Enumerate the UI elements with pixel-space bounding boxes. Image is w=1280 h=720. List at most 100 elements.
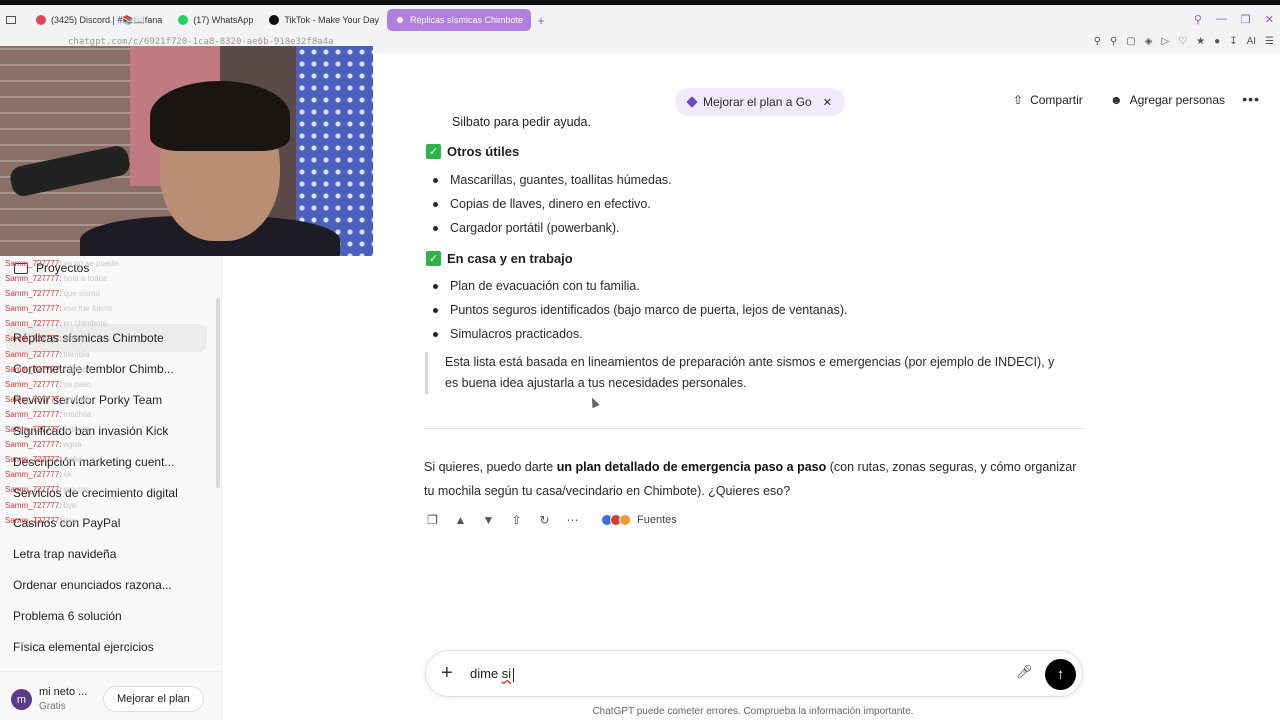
stream-chat-user: Samm_727777: bbox=[5, 485, 62, 495]
list-item-text: Puntos seguros identificados (bajo marco… bbox=[450, 303, 848, 317]
stream-chat-user: Samm_727777: bbox=[5, 409, 62, 419]
share-icon[interactable]: ⇧ bbox=[509, 512, 524, 527]
profile-icon[interactable]: ● bbox=[1214, 36, 1220, 47]
tab-discord[interactable]: (3425) Discord | #📚📖fana bbox=[28, 9, 170, 31]
shield-icon[interactable]: ◈ bbox=[1145, 36, 1153, 47]
thumbs-down-icon[interactable]: ▼ bbox=[481, 512, 496, 527]
diamond-icon bbox=[686, 96, 698, 108]
tab-chatgpt[interactable]: Réplicas sísmicas Chimbote bbox=[387, 9, 532, 31]
check-icon: ✓ bbox=[426, 251, 441, 266]
pin-icon[interactable]: ⚲ bbox=[1110, 36, 1117, 47]
stream-chat-message: ya paso bbox=[63, 379, 92, 389]
restore-icon[interactable]: ❐ bbox=[1241, 13, 1251, 26]
sidebar-chat-item[interactable]: Ordenar enunciados razona... bbox=[6, 571, 207, 599]
add-people-button[interactable]: ☻ Agregar personas bbox=[1110, 93, 1225, 107]
sidebar-chat-item[interactable]: Física elemental ejercicios bbox=[6, 633, 207, 661]
stream-chat-line: Samm_727777: cuidado bbox=[5, 362, 245, 377]
more-icon[interactable]: ⋯ bbox=[565, 512, 580, 527]
new-tab-button[interactable]: + bbox=[533, 12, 549, 28]
bullet-icon bbox=[433, 331, 438, 337]
stream-chat-user: Samm_727777: bbox=[5, 334, 62, 344]
list-item-text: Copias de llaves, dinero en efectivo. bbox=[450, 197, 651, 211]
followup-text: Si quieres, puedo darte bbox=[424, 460, 557, 474]
user-plan: Gratis bbox=[39, 701, 66, 712]
stream-chat-message: hola a todos bbox=[63, 274, 108, 284]
sources-button[interactable]: Fuentes bbox=[601, 513, 677, 526]
share-label: Compartir bbox=[1030, 93, 1083, 107]
zoom-icon[interactable]: ⚲ bbox=[1094, 36, 1101, 47]
composer-input[interactable]: dime si bbox=[470, 666, 515, 682]
bullet-icon bbox=[433, 283, 438, 289]
sidebar-chat-item[interactable]: Problema 6 solución bbox=[6, 602, 207, 630]
minimize-icon[interactable]: — bbox=[1216, 13, 1227, 26]
ai-icon[interactable]: AI bbox=[1247, 36, 1256, 47]
stream-chat-line: Samm_727777: gracias bbox=[5, 482, 245, 497]
more-options-icon[interactable]: ••• bbox=[1242, 91, 1260, 107]
stream-chat-message: eso fue fuerte bbox=[63, 304, 113, 314]
plus-icon[interactable]: + bbox=[441, 662, 453, 685]
section-title: En casa y en trabajo bbox=[447, 251, 573, 266]
search-tabs-icon[interactable]: ⚲ bbox=[1194, 13, 1202, 26]
tab-label: (3425) Discord | #📚📖fana bbox=[51, 14, 163, 25]
extension-toolbar: ⚲ ⚲ ▢ ◈ ▷ ♡ ★ ● ↧ AI ☰ bbox=[1094, 36, 1274, 47]
menu-icon[interactable]: ☰ bbox=[1265, 36, 1274, 47]
send-button[interactable]: ↑ bbox=[1045, 659, 1076, 690]
stream-chat-line: Samm_727777: que sismo bbox=[5, 286, 245, 301]
window-controls: ⚲ — ❐ ✕ bbox=[1194, 13, 1274, 26]
stream-chat-line: Samm_727777: eso fue fuerte bbox=[5, 301, 245, 316]
section-heading: ✓ Otros útiles bbox=[426, 144, 519, 159]
stream-chat-message: tiembla bbox=[63, 349, 90, 359]
bullet-icon bbox=[433, 177, 438, 183]
sidebar-toggle-icon[interactable] bbox=[6, 16, 16, 24]
microphone-icon[interactable]: 🎤︎ bbox=[1016, 664, 1033, 680]
mouse-cursor-icon bbox=[588, 395, 600, 409]
stream-chat-line: Samm_727777: agua bbox=[5, 437, 245, 452]
chat-label: Ordenar enunciados razona... bbox=[13, 578, 172, 592]
stream-chat-user: Samm_727777: bbox=[5, 304, 62, 314]
chatgpt-icon bbox=[395, 15, 406, 25]
tab-label: TikTok - Make Your Day bbox=[284, 15, 380, 25]
sidebar-chat-item[interactable]: Letra trap navideña bbox=[6, 540, 207, 568]
share-icon: ⇧ bbox=[1013, 93, 1024, 107]
stream-chat-line: Samm_727777: tiembla bbox=[5, 347, 245, 362]
copy-icon[interactable]: ❐ bbox=[425, 512, 440, 527]
user-name[interactable]: mi neto ... bbox=[39, 686, 87, 698]
stream-chat-line: Samm_727777: en chimbote bbox=[5, 316, 245, 331]
stream-chat-user: Samm_727777: bbox=[5, 274, 62, 284]
extensions-icon[interactable]: ★ bbox=[1196, 36, 1205, 47]
check-icon: ✓ bbox=[426, 144, 441, 159]
message-actions: ❐ ▲ ▼ ⇧ ↻ ⋯ Fuentes bbox=[425, 512, 677, 527]
stream-chat-message: jaja bbox=[63, 515, 76, 525]
bullet-icon bbox=[433, 307, 438, 313]
disclaimer-text: ChatGPT puede cometer errores. Comprueba… bbox=[592, 706, 914, 717]
tab-tiktok[interactable]: TikTok - Make Your Day bbox=[261, 9, 387, 31]
divider bbox=[424, 428, 1083, 429]
stream-chat-message: ok bbox=[63, 470, 72, 480]
stream-chat-line: Samm_727777: ya no se puede bbox=[5, 256, 245, 271]
list-item: Copias de llaves, dinero en efectivo. bbox=[433, 197, 651, 211]
play-icon[interactable]: ▷ bbox=[1162, 36, 1170, 47]
thumbs-up-icon[interactable]: ▲ bbox=[453, 512, 468, 527]
close-icon[interactable]: ✕ bbox=[823, 96, 832, 109]
download-icon[interactable]: ↧ bbox=[1229, 36, 1237, 47]
stream-chat-user: Samm_727777: bbox=[5, 379, 62, 389]
avatar[interactable]: m bbox=[11, 689, 32, 710]
message-composer[interactable]: + dime si 🎤︎ ↑ bbox=[425, 650, 1083, 697]
chat-label: Física elemental ejercicios bbox=[13, 640, 154, 654]
stream-chat-message: mochila bbox=[63, 409, 92, 419]
upgrade-go-pill[interactable]: Mejorar el plan a Go ✕ bbox=[675, 88, 845, 116]
upgrade-plan-button[interactable]: Mejorar el plan bbox=[103, 686, 204, 712]
close-window-icon[interactable]: ✕ bbox=[1265, 13, 1274, 26]
share-button[interactable]: ⇧ Compartir bbox=[1013, 93, 1083, 107]
stream-chat-line: Samm_727777: ok bbox=[5, 467, 245, 482]
tiktok-icon bbox=[269, 15, 280, 25]
composer-text: dime bbox=[470, 666, 502, 681]
screenshot-icon[interactable]: ▢ bbox=[1126, 36, 1135, 47]
tab-whatsapp[interactable]: (17) WhatsApp bbox=[170, 9, 261, 31]
stream-chat-user: Samm_727777: bbox=[5, 289, 62, 299]
section-title: Otros útiles bbox=[447, 144, 520, 159]
heart-icon[interactable]: ♡ bbox=[1178, 36, 1187, 47]
stream-chat-user: Samm_727777: bbox=[5, 515, 62, 525]
webcam-overlay bbox=[0, 46, 373, 256]
regenerate-icon[interactable]: ↻ bbox=[537, 512, 552, 527]
